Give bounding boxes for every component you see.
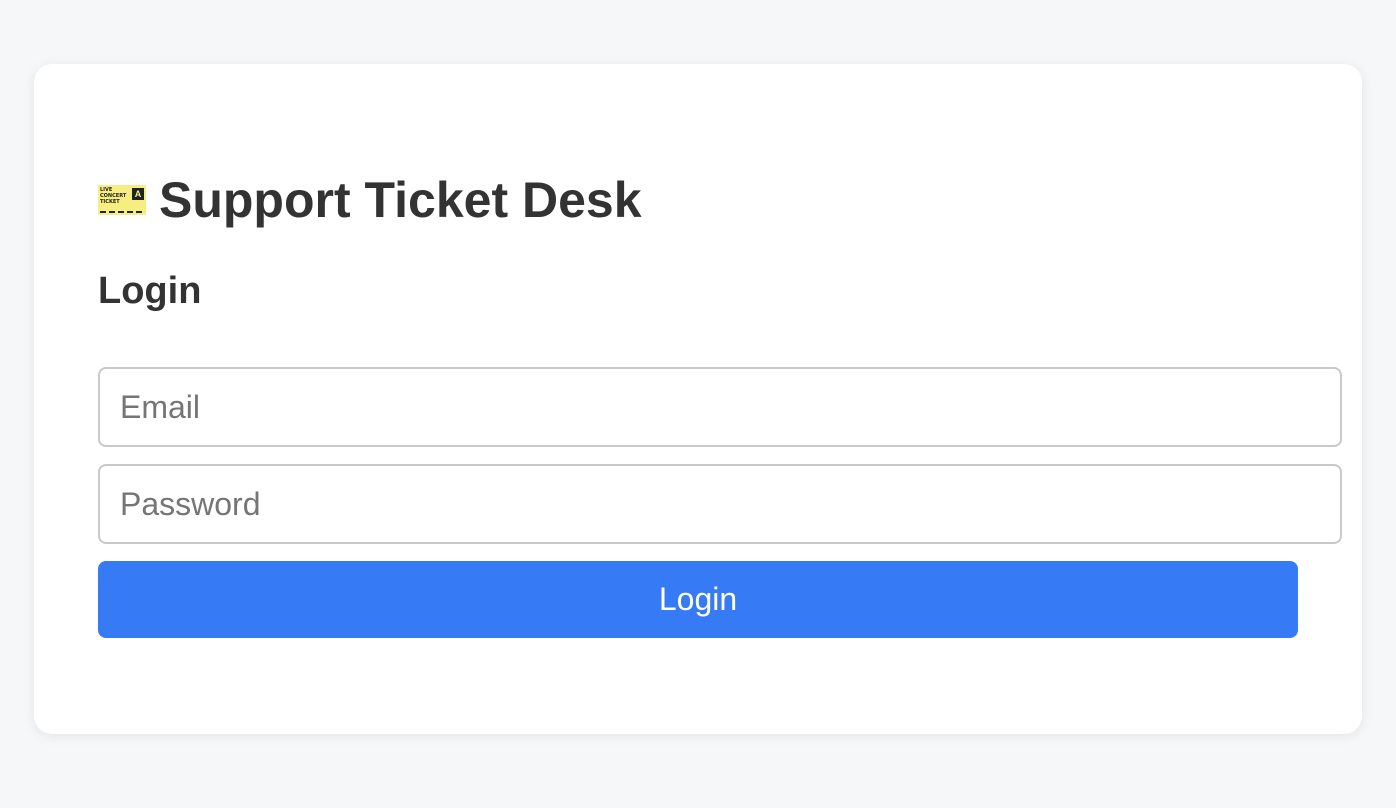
email-field[interactable]: [98, 367, 1342, 447]
app-header: LIVE CONCERT TICKET A Support Ticket Des…: [98, 172, 642, 228]
ticket-icon-text: LIVE CONCERT TICKET: [100, 187, 127, 205]
ticket-zone-badge: A: [132, 188, 144, 200]
password-field[interactable]: [98, 464, 1342, 544]
login-button[interactable]: Login: [98, 561, 1298, 638]
login-heading: Login: [98, 270, 202, 312]
ticket-icon-footer: [100, 211, 144, 213]
ticket-icon: LIVE CONCERT TICKET A: [98, 185, 146, 215]
login-card: LIVE CONCERT TICKET A Support Ticket Des…: [34, 64, 1362, 734]
page-title: Support Ticket Desk: [159, 172, 642, 228]
